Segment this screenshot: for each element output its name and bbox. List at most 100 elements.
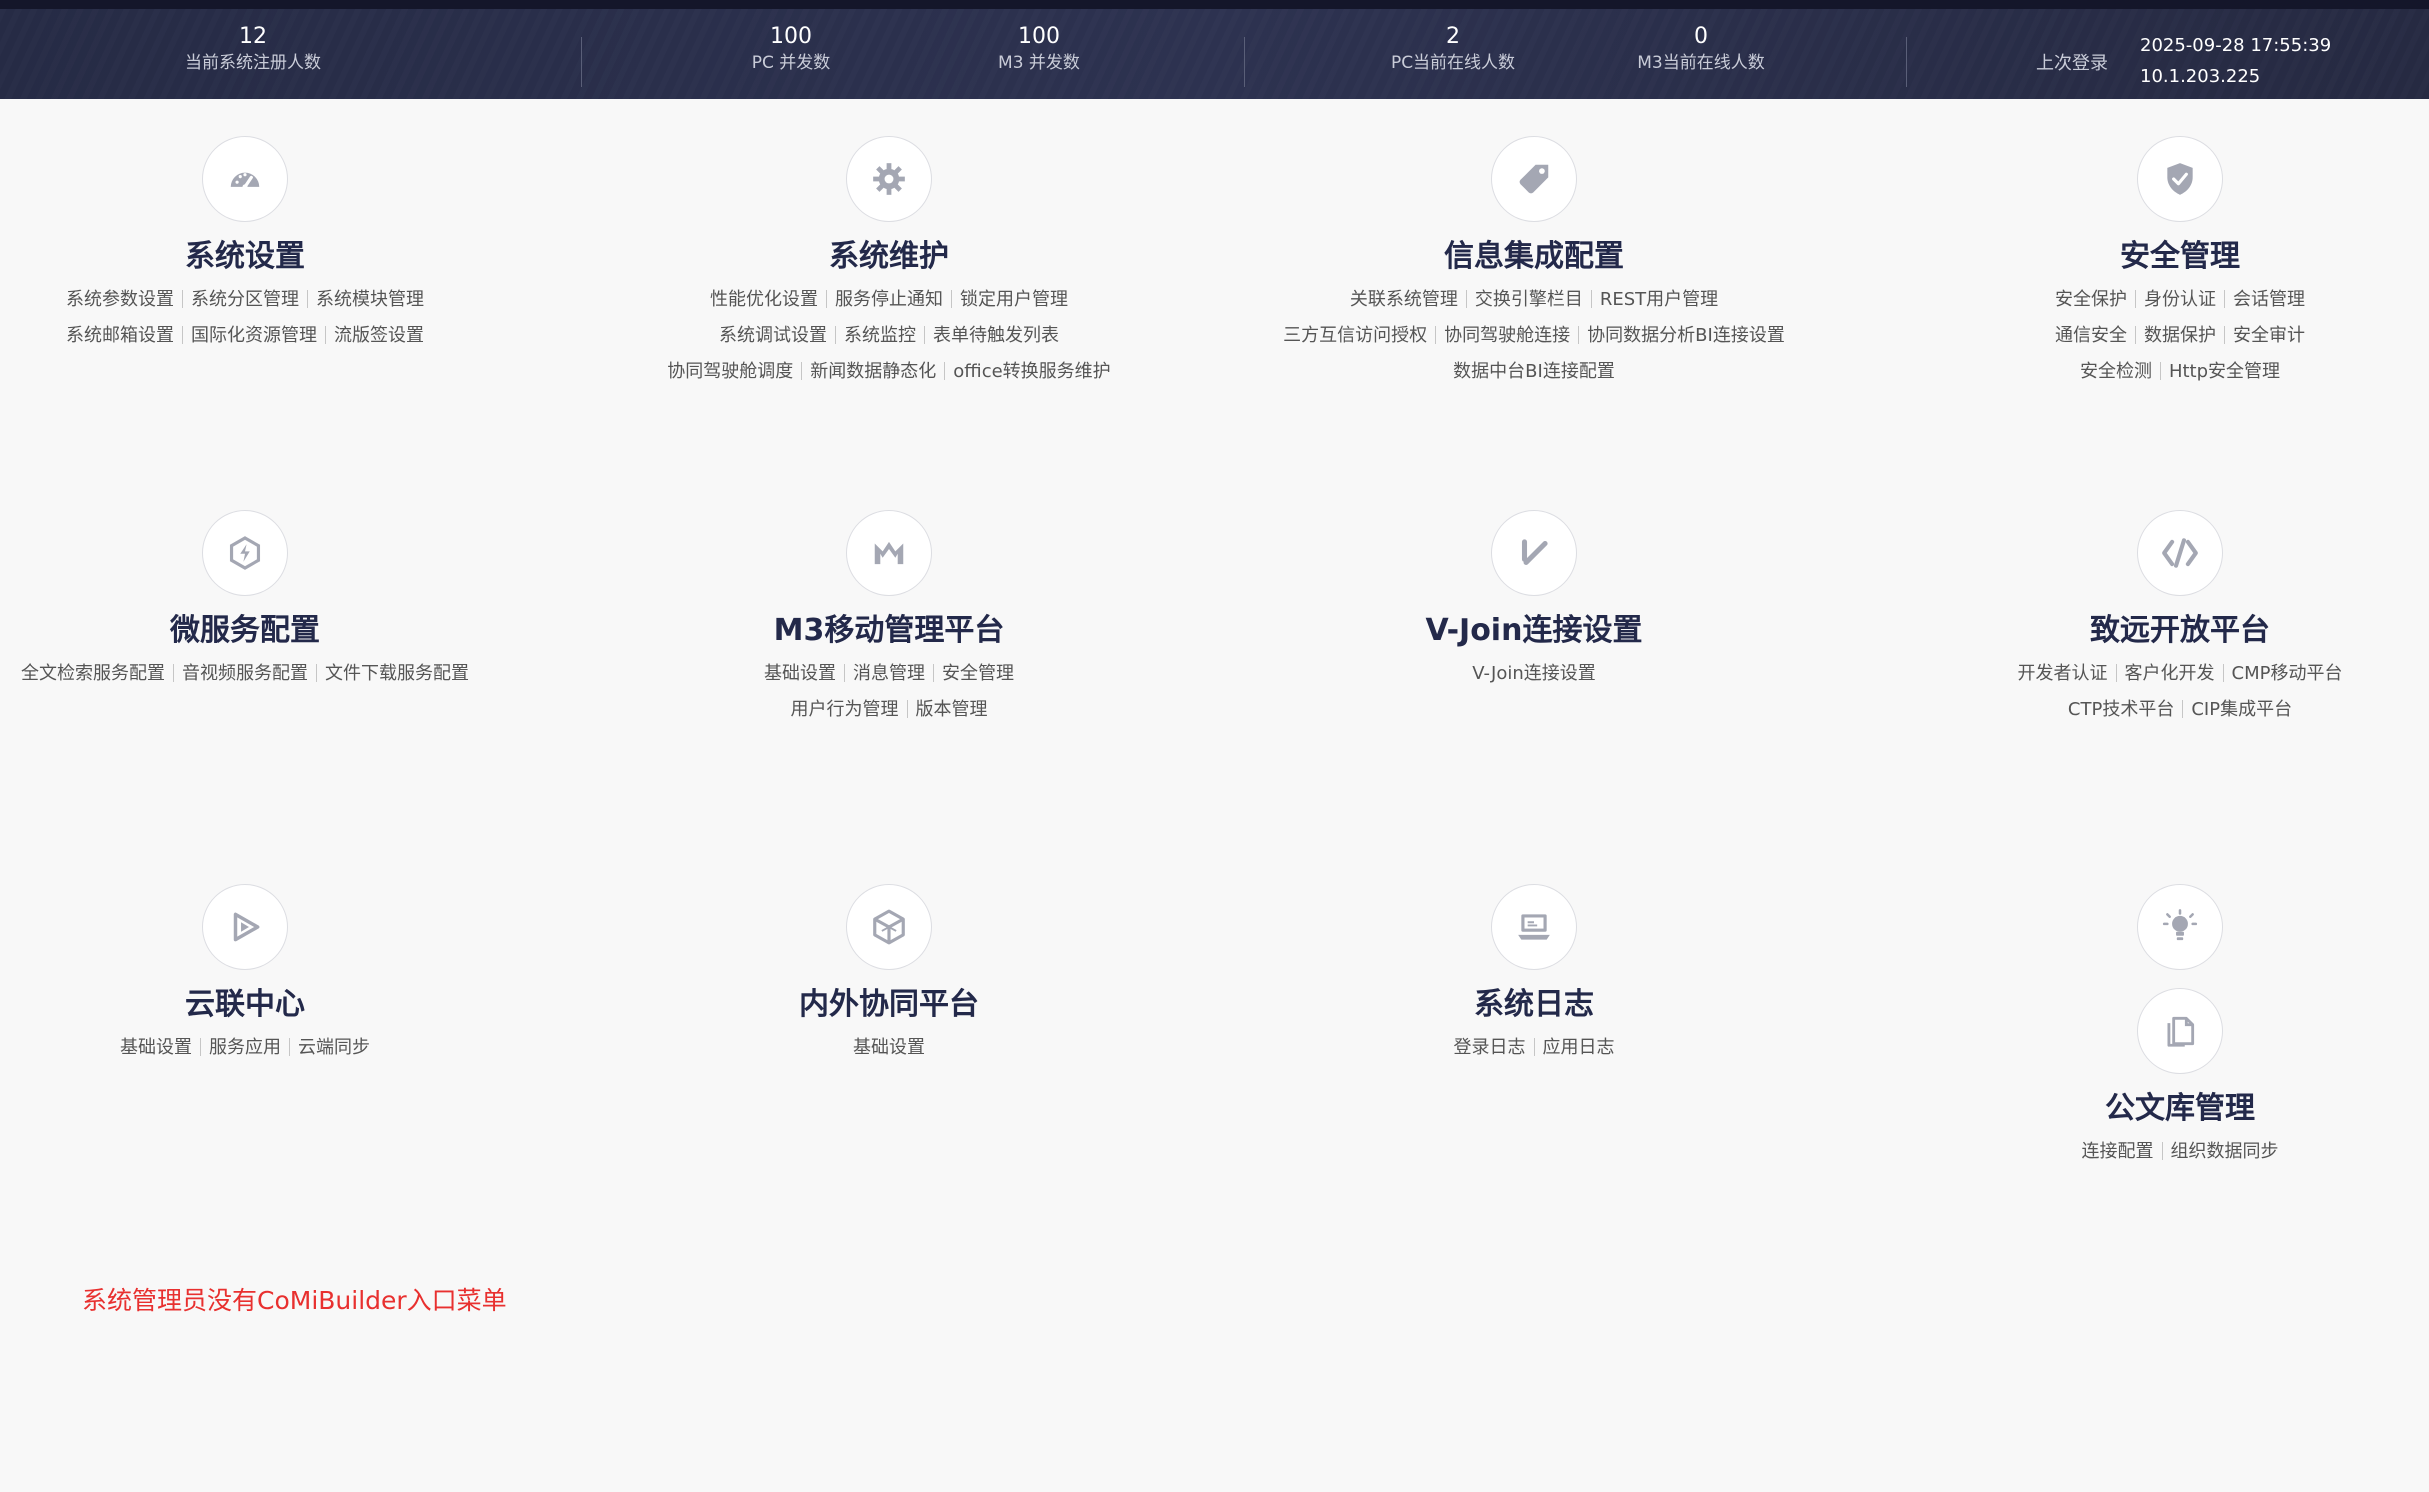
menu-link[interactable]: REST用户管理 xyxy=(1600,289,1718,310)
hexagon-bolt-icon[interactable] xyxy=(202,510,288,596)
link-row: 用户行为管理 版本管理 xyxy=(609,692,1169,728)
tag-icon[interactable] xyxy=(1491,136,1577,222)
module-card: 系统日志登录日志 应用日志 xyxy=(1254,884,1814,1066)
module-title[interactable]: 系统日志 xyxy=(1254,984,1814,1026)
m-logo-icon[interactable] xyxy=(846,510,932,596)
laptop-icon[interactable] xyxy=(1491,884,1577,970)
menu-link[interactable]: 数据保护 xyxy=(2144,325,2216,346)
menu-link[interactable]: 文件下载服务配置 xyxy=(325,663,469,684)
module-title[interactable]: 系统设置 xyxy=(0,236,525,278)
menu-link[interactable]: 安全保护 xyxy=(2055,289,2127,310)
menu-link[interactable]: 协同数据分析BI连接设置 xyxy=(1587,325,1785,346)
gear-icon[interactable] xyxy=(846,136,932,222)
module-links: 基础设置 服务应用 云端同步 xyxy=(0,1030,525,1066)
link-separator xyxy=(2182,700,2184,718)
link-separator xyxy=(182,326,183,344)
dashboard-icon[interactable] xyxy=(202,136,288,222)
module-title[interactable]: 信息集成配置 xyxy=(1254,236,1814,278)
menu-link[interactable]: 全文检索服务配置 xyxy=(21,663,165,684)
shield-icon[interactable] xyxy=(2137,136,2223,222)
menu-link[interactable]: 系统监控 xyxy=(844,325,916,346)
menu-link[interactable]: 安全审计 xyxy=(2233,325,2305,346)
link-separator xyxy=(1590,290,1592,308)
module-card: 微服务配置全文检索服务配置 音视频服务配置 文件下载服务配置 xyxy=(0,510,525,692)
stat-value: 2 xyxy=(1446,24,1460,49)
last-login-label: 上次登录 xyxy=(2036,53,2108,74)
module-title[interactable]: 微服务配置 xyxy=(0,610,525,652)
link-separator xyxy=(1578,326,1580,344)
link-row: 连接配置 组织数据同步 xyxy=(1900,1134,2429,1170)
link-row: 性能优化设置 服务停止通知 锁定用户管理 xyxy=(609,282,1169,318)
cube-icon[interactable] xyxy=(846,884,932,970)
menu-link[interactable]: 会话管理 xyxy=(2233,289,2305,310)
v-check-icon[interactable] xyxy=(1491,510,1577,596)
module-title[interactable]: 安全管理 xyxy=(1900,236,2429,278)
link-row: V-Join连接设置 xyxy=(1254,656,1814,692)
menu-link[interactable]: 国际化资源管理 xyxy=(191,325,317,346)
document-icon[interactable] xyxy=(2137,988,2223,1074)
menu-link[interactable]: V-Join连接设置 xyxy=(1472,663,1596,684)
menu-link[interactable]: 身份认证 xyxy=(2144,289,2216,310)
menu-link[interactable]: 应用日志 xyxy=(1543,1037,1615,1058)
module-links: 开发者认证 客户化开发 CMP移动平台 CTP技术平台 CIP集成平台 xyxy=(1900,656,2429,728)
menu-link[interactable]: 基础设置 xyxy=(853,1037,925,1058)
menu-link[interactable]: 三方互信访问授权 xyxy=(1283,325,1427,346)
menu-link[interactable]: 消息管理 xyxy=(853,663,925,684)
menu-link[interactable]: 基础设置 xyxy=(120,1037,192,1058)
module-title[interactable]: V-Join连接设置 xyxy=(1254,610,1814,652)
menu-link[interactable]: 锁定用户管理 xyxy=(960,289,1068,310)
menu-link[interactable]: 交换引擎栏目 xyxy=(1475,289,1583,310)
menu-link[interactable]: 系统参数设置 xyxy=(66,289,174,310)
menu-link[interactable]: 系统邮箱设置 xyxy=(66,325,174,346)
module-title[interactable]: 内外协同平台 xyxy=(609,984,1169,1026)
link-separator xyxy=(289,1038,290,1056)
module-links: 基础设置 消息管理 安全管理用户行为管理 版本管理 xyxy=(609,656,1169,728)
menu-link[interactable]: 安全检测 xyxy=(2080,361,2152,382)
module-title[interactable]: 公文库管理 xyxy=(1900,1088,2429,1130)
module-links: 性能优化设置 服务停止通知 锁定用户管理系统调试设置 系统监控 表单待触发列表协同驾驶舱… xyxy=(609,282,1169,390)
menu-link[interactable]: 版本管理 xyxy=(916,699,988,720)
module-title[interactable]: 系统维护 xyxy=(609,236,1169,278)
last-login-ip: 10.1.203.225 xyxy=(2140,66,2261,87)
module-links: 连接配置 组织数据同步 xyxy=(1900,1134,2429,1170)
menu-link[interactable]: 系统调试设置 xyxy=(719,325,827,346)
menu-link[interactable]: 服务应用 xyxy=(209,1037,281,1058)
stat-label: M3 并发数 xyxy=(998,53,1080,73)
menu-link[interactable]: CIP集成平台 xyxy=(2191,699,2292,720)
cloud-play-icon[interactable] xyxy=(202,884,288,970)
menu-link[interactable]: Http安全管理 xyxy=(2169,361,2280,382)
menu-link[interactable]: 通信安全 xyxy=(2055,325,2127,346)
menu-link[interactable]: 关联系统管理 xyxy=(1350,289,1458,310)
menu-link[interactable]: 组织数据同步 xyxy=(2171,1141,2279,1162)
menu-link[interactable]: 登录日志 xyxy=(1454,1037,1526,1058)
module-title[interactable]: M3移动管理平台 xyxy=(609,610,1169,652)
menu-link[interactable]: 开发者认证 xyxy=(2018,663,2108,684)
menu-link[interactable]: 数据中台BI连接配置 xyxy=(1453,361,1615,382)
menu-link[interactable]: office转换服务维护 xyxy=(953,361,1110,382)
module-links: V-Join连接设置 xyxy=(1254,656,1814,692)
menu-link[interactable]: 云端同步 xyxy=(298,1037,370,1058)
menu-link[interactable]: 协同驾驶舱调度 xyxy=(667,361,793,382)
menu-link[interactable]: 系统分区管理 xyxy=(191,289,299,310)
menu-link[interactable]: CMP移动平台 xyxy=(2232,663,2343,684)
link-separator xyxy=(1465,290,1467,308)
lightbulb-icon[interactable] xyxy=(2137,884,2223,970)
menu-link[interactable]: 服务停止通知 xyxy=(835,289,943,310)
module-title[interactable]: 云联中心 xyxy=(0,984,525,1026)
menu-link[interactable]: 连接配置 xyxy=(2082,1141,2154,1162)
menu-link[interactable]: 安全管理 xyxy=(942,663,1014,684)
menu-link[interactable]: 表单待触发列表 xyxy=(933,325,1059,346)
menu-link[interactable]: 性能优化设置 xyxy=(710,289,818,310)
menu-link[interactable]: CTP技术平台 xyxy=(2068,699,2174,720)
menu-link[interactable]: 流版签设置 xyxy=(334,325,424,346)
module-title[interactable]: 致远开放平台 xyxy=(1900,610,2429,652)
code-icon[interactable] xyxy=(2137,510,2223,596)
menu-link[interactable]: 系统模块管理 xyxy=(316,289,424,310)
menu-link[interactable]: 协同驾驶舱连接 xyxy=(1444,325,1570,346)
menu-link[interactable]: 用户行为管理 xyxy=(791,699,899,720)
module-links: 关联系统管理 交换引擎栏目 REST用户管理三方互信访问授权 协同驾驶舱连接 协同数据分… xyxy=(1254,282,1814,390)
menu-link[interactable]: 新闻数据静态化 xyxy=(810,361,936,382)
menu-link[interactable]: 基础设置 xyxy=(764,663,836,684)
menu-link[interactable]: 客户化开发 xyxy=(2125,663,2215,684)
menu-link[interactable]: 音视频服务配置 xyxy=(182,663,308,684)
